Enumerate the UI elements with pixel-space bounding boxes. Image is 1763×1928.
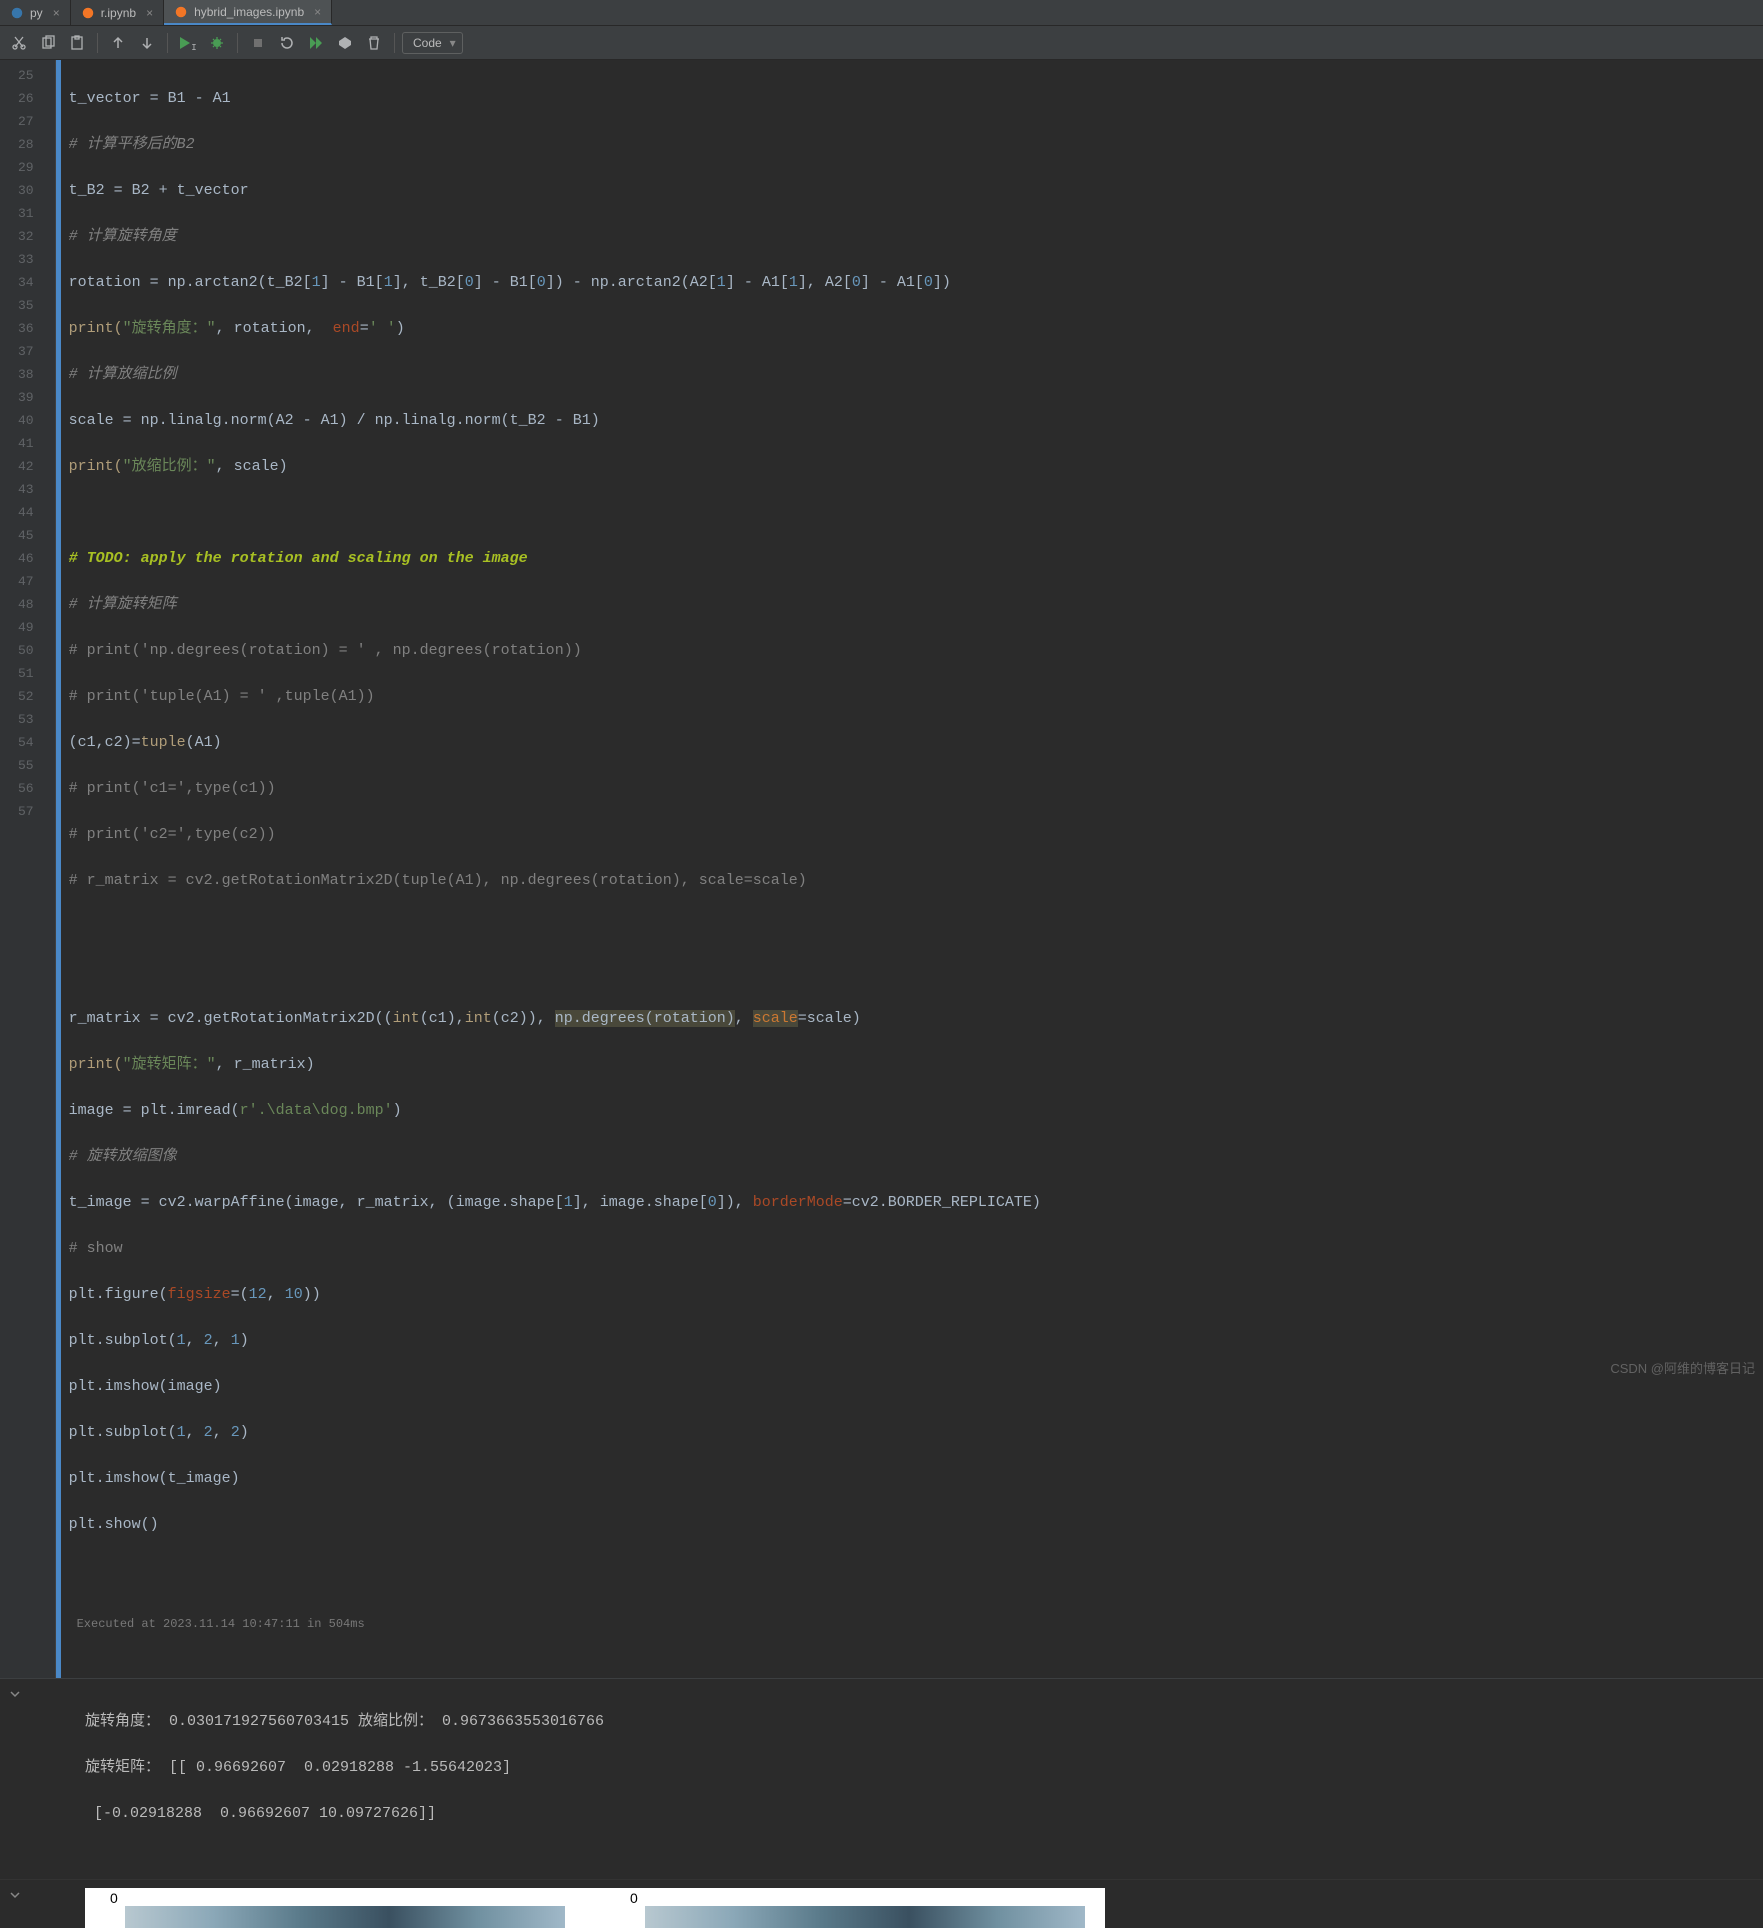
close-icon[interactable]: × [146, 6, 153, 20]
cut-button[interactable] [6, 30, 32, 56]
cell-type-select[interactable]: Code [402, 32, 463, 54]
output-line: 旋转角度： 0.030171927560703415 放缩比例： 0.96736… [85, 1710, 1763, 1733]
text-output: 旋转角度： 0.030171927560703415 放缩比例： 0.96736… [0, 1678, 1763, 1879]
run-all-button[interactable] [303, 30, 329, 56]
collapse-icon[interactable] [8, 1888, 22, 1906]
debug-button[interactable] [204, 30, 230, 56]
paste-button[interactable] [64, 30, 90, 56]
cell-type-label: Code [413, 36, 442, 50]
output-line: [-0.02918288 0.96692607 10.09727626]] [85, 1802, 1763, 1825]
axis-tick: 0 [110, 1890, 118, 1906]
stop-button[interactable] [245, 30, 271, 56]
tab-label: r.ipynb [101, 6, 136, 20]
matplotlib-figure: 0 0 [85, 1888, 1105, 1928]
restart-button[interactable] [274, 30, 300, 56]
move-up-button[interactable] [105, 30, 131, 56]
image-output: 0 0 [0, 1879, 1763, 1928]
fold-gutter[interactable] [44, 60, 56, 1678]
execution-meta: Executed at 2023.11.14 10:47:11 in 504ms [69, 1605, 1763, 1628]
tab-hybrid-images[interactable]: hybrid_images.ipynb × [164, 0, 332, 25]
line-gutter: 2526272829303132333435363738394041424344… [0, 60, 44, 1678]
tab-label: hybrid_images.ipynb [194, 5, 304, 19]
python-icon [10, 6, 24, 20]
output-line: 旋转矩阵： [[ 0.96692607 0.02918288 -1.556420… [85, 1756, 1763, 1779]
subplot-1 [125, 1906, 565, 1928]
code-editor[interactable]: 2526272829303132333435363738394041424344… [0, 60, 1763, 1678]
jupyter-icon [81, 6, 95, 20]
tab-label: py [30, 6, 43, 20]
code-area[interactable]: t_vector = B1 - A1 # 计算平移后的B2 t_B2 = B2 … [61, 60, 1763, 1678]
close-icon[interactable]: × [314, 5, 321, 19]
jupyter-icon [174, 5, 188, 19]
axis-tick: 0 [630, 1890, 638, 1906]
delete-button[interactable] [361, 30, 387, 56]
run-cell-button[interactable]: I [175, 30, 201, 56]
tab-py[interactable]: py × [0, 0, 71, 25]
copy-button[interactable] [35, 30, 61, 56]
watermark: CSDN @阿维的博客日记 [1610, 1358, 1755, 1377]
collapse-icon[interactable] [8, 1687, 22, 1705]
variables-button[interactable] [332, 30, 358, 56]
tab-ripynb[interactable]: r.ipynb × [71, 0, 164, 25]
subplot-2 [645, 1906, 1085, 1928]
close-icon[interactable]: × [53, 6, 60, 20]
move-down-button[interactable] [134, 30, 160, 56]
editor-tabs: py × r.ipynb × hybrid_images.ipynb × [0, 0, 1763, 26]
notebook-toolbar: I Code [0, 26, 1763, 60]
